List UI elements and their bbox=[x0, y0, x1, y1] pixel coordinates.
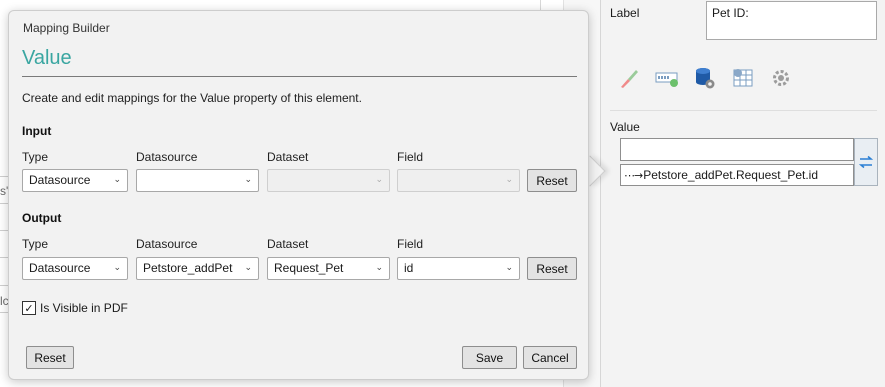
input-type-select[interactable]: Datasource ⌄ bbox=[22, 169, 128, 192]
gear-icon[interactable] bbox=[769, 66, 793, 90]
output-type-value: Datasource bbox=[29, 261, 91, 275]
chevron-down-icon: ⌄ bbox=[244, 263, 252, 273]
output-dataset-select[interactable]: Request_Pet ⌄ bbox=[267, 257, 390, 280]
dialog-caption: Mapping Builder bbox=[23, 21, 110, 35]
value-caption: Value bbox=[610, 120, 640, 134]
properties-panel: Label Pet ID: Value ⋯→ Petstore_addPet.R… bbox=[600, 0, 885, 387]
label-input[interactable]: Pet ID: bbox=[706, 1, 877, 40]
chevron-down-icon: ⌄ bbox=[244, 175, 252, 185]
input-field-label: Field bbox=[397, 150, 424, 164]
visible-in-pdf-checkbox[interactable]: ✓ bbox=[22, 301, 36, 315]
panel-separator bbox=[610, 110, 877, 111]
arrow-right-icon: ⋯→ bbox=[624, 168, 643, 182]
output-type-label: Type bbox=[22, 237, 49, 251]
output-datasource-value: Petstore_addPet bbox=[143, 261, 233, 275]
input-dataset-label: Dataset bbox=[267, 150, 309, 164]
output-dataset-value: Request_Pet bbox=[274, 261, 344, 275]
output-field-value: id bbox=[404, 261, 414, 275]
input-dataset-select: ⌄ bbox=[267, 169, 390, 192]
save-button[interactable]: Save bbox=[462, 346, 517, 369]
chevron-down-icon: ⌄ bbox=[113, 263, 121, 273]
table-calculation-icon[interactable] bbox=[731, 66, 755, 90]
property-tabs bbox=[617, 66, 793, 90]
output-datasource-select[interactable]: Petstore_addPet ⌄ bbox=[136, 257, 259, 280]
paint-brush-icon[interactable] bbox=[617, 66, 641, 90]
output-type-select[interactable]: Datasource ⌄ bbox=[22, 257, 128, 280]
chevron-down-icon: ⌄ bbox=[375, 263, 383, 273]
dialog-description: Create and edit mappings for the Value p… bbox=[22, 91, 362, 105]
reset-all-button[interactable]: Reset bbox=[26, 346, 74, 369]
cancel-button[interactable]: Cancel bbox=[523, 346, 577, 369]
visible-in-pdf-label: Is Visible in PDF bbox=[40, 301, 128, 315]
output-heading: Output bbox=[22, 211, 62, 225]
value-mapping-text: Petstore_addPet.Request_Pet.id bbox=[643, 168, 819, 182]
input-datasource-label: Datasource bbox=[136, 150, 198, 164]
output-field-label: Field bbox=[397, 237, 424, 251]
value-input[interactable] bbox=[620, 138, 854, 161]
output-reset-button[interactable]: Reset bbox=[527, 257, 577, 280]
output-dataset-label: Dataset bbox=[267, 237, 309, 251]
input-datasource-select[interactable]: ⌄ bbox=[136, 169, 259, 192]
open-mapping-builder-button[interactable] bbox=[854, 138, 878, 186]
output-datasource-label: Datasource bbox=[136, 237, 198, 251]
input-heading: Input bbox=[22, 124, 52, 138]
visible-in-pdf-option[interactable]: ✓ Is Visible in PDF bbox=[22, 301, 128, 315]
chevron-down-icon: ⌄ bbox=[505, 263, 513, 273]
label-caption: Label bbox=[610, 6, 640, 20]
value-mapping-display[interactable]: ⋯→ Petstore_addPet.Request_Pet.id bbox=[620, 164, 854, 186]
input-field-select: ⌄ bbox=[397, 169, 520, 192]
dialog-title: Value bbox=[22, 47, 72, 69]
chevron-down-icon: ⌄ bbox=[505, 175, 513, 185]
database-settings-icon[interactable] bbox=[693, 66, 717, 90]
input-type-label: Type bbox=[22, 150, 49, 164]
title-divider bbox=[22, 76, 577, 77]
input-type-value: Datasource bbox=[29, 173, 91, 187]
mapping-builder-dialog: Mapping Builder Value Create and edit ma… bbox=[8, 10, 589, 380]
chevron-down-icon: ⌄ bbox=[375, 175, 383, 185]
input-field-icon[interactable] bbox=[655, 66, 679, 90]
swap-arrows-icon bbox=[859, 155, 873, 169]
input-reset-button[interactable]: Reset bbox=[527, 169, 577, 192]
output-field-select[interactable]: id ⌄ bbox=[397, 257, 520, 280]
checkmark-icon: ✓ bbox=[24, 301, 34, 315]
chevron-down-icon: ⌄ bbox=[113, 175, 121, 185]
